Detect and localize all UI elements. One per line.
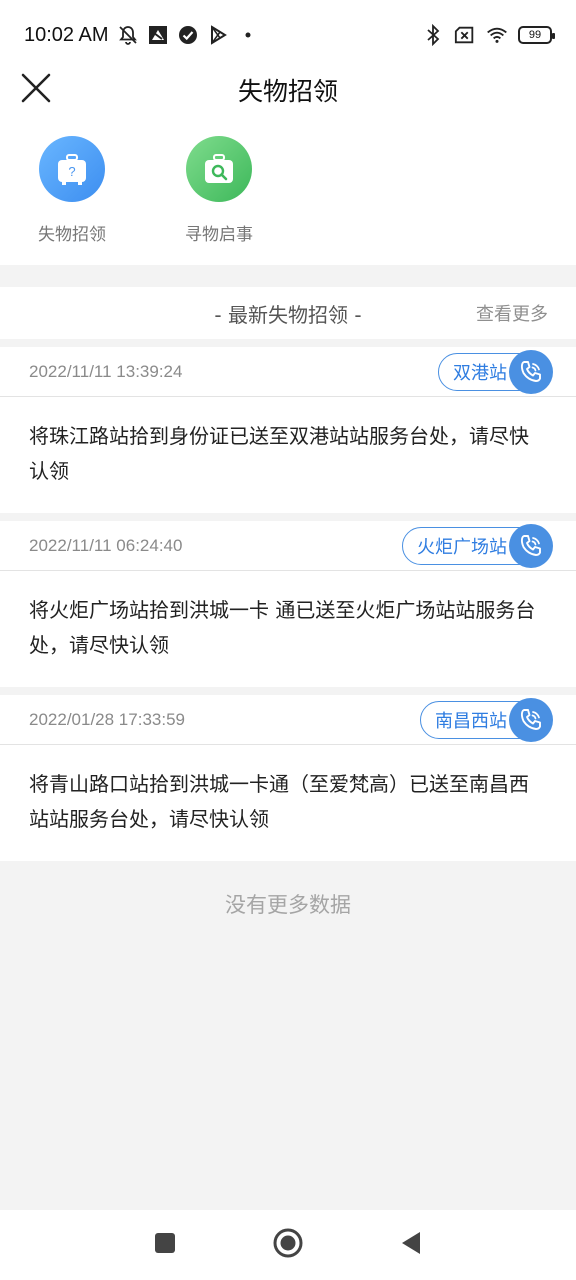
no-more-data-label: 没有更多数据 xyxy=(225,893,351,917)
station-name: 南昌西站 xyxy=(435,710,507,732)
page-title: 失物招领 xyxy=(237,77,338,106)
list-item[interactable]: 2022/11/11 13:39:24 双港站 将珠江路站拾到身份证已送至双港站… xyxy=(0,347,576,513)
status-bar: 10:02 AM 99 xyxy=(0,0,576,70)
status-icons-right: 99 xyxy=(422,24,555,46)
item-description: 将珠江路站拾到身份证已送至双港站站服务台处，请尽快认领 xyxy=(29,424,529,483)
latest-section-header: - 最新失物招领 - 查看更多 xyxy=(0,287,576,339)
quick-action-label: 失物招领 xyxy=(38,225,106,245)
status-icons-left xyxy=(117,24,259,46)
station-call-button[interactable]: 火炬广场站 xyxy=(402,523,553,568)
battery-indicator: 99 xyxy=(518,26,555,44)
section-title: - 最新失物招领 - xyxy=(214,302,362,327)
wifi-icon xyxy=(486,24,508,46)
item-header: 2022/01/28 17:33:59 南昌西站 xyxy=(0,695,576,745)
station-name: 火炬广场站 xyxy=(417,536,507,558)
top-area: 10:02 AM 99 失物招领 ? 失物招领 寻物启事 xyxy=(0,0,576,265)
item-time: 2022/11/11 06:24:40 xyxy=(29,535,183,555)
muted-bell-icon xyxy=(117,24,139,46)
svg-text:?: ? xyxy=(68,164,75,179)
station-call-button[interactable]: 南昌西站 xyxy=(420,697,553,742)
item-description: 将青山路口站拾到洪城一卡通（至爱梵高）已送至南昌西站站服务台处，请尽快认领 xyxy=(29,772,529,831)
station-call-button[interactable]: 双港站 xyxy=(438,349,553,394)
play-store-icon xyxy=(207,24,229,46)
check-circle-icon xyxy=(177,24,199,46)
item-header: 2022/11/11 13:39:24 双港站 xyxy=(0,347,576,397)
system-nav-bar xyxy=(0,1210,576,1280)
phone-icon[interactable] xyxy=(509,697,553,742)
status-time: 10:02 AM xyxy=(24,23,109,46)
back-triangle-icon[interactable] xyxy=(399,1230,423,1260)
station-name: 双港站 xyxy=(453,362,507,384)
quick-action-label: 寻物启事 xyxy=(185,225,253,245)
lost-luggage-icon: ? xyxy=(39,136,105,202)
nav-bar: 失物招领 xyxy=(0,70,576,110)
recents-square-icon[interactable] xyxy=(153,1231,177,1259)
search-bag-icon xyxy=(186,136,252,202)
item-header: 2022/11/11 06:24:40 火炬广场站 xyxy=(0,521,576,571)
bluetooth-icon xyxy=(422,24,444,46)
dot-icon xyxy=(237,24,259,46)
no-sim-icon xyxy=(454,24,476,46)
battery-level: 99 xyxy=(528,29,542,41)
view-more-link[interactable]: 查看更多 xyxy=(476,300,548,326)
app-icon xyxy=(147,24,169,46)
phone-icon[interactable] xyxy=(509,523,553,568)
home-circle-icon[interactable] xyxy=(272,1227,304,1263)
quick-action-lost-notice[interactable]: 寻物启事 xyxy=(183,136,255,245)
close-icon[interactable] xyxy=(20,72,52,104)
item-time: 2022/11/11 13:39:24 xyxy=(29,361,183,381)
quick-actions: ? 失物招领 寻物启事 xyxy=(0,110,576,265)
list-item[interactable]: 2022/11/11 06:24:40 火炬广场站 将火炬广场站拾到洪城一卡 通… xyxy=(0,521,576,687)
phone-icon[interactable] xyxy=(509,349,553,394)
quick-action-lost-and-found[interactable]: ? 失物招领 xyxy=(36,136,108,245)
list-item[interactable]: 2022/01/28 17:33:59 南昌西站 将青山路口站拾到洪城一卡通（至… xyxy=(0,695,576,861)
item-time: 2022/01/28 17:33:59 xyxy=(29,709,185,729)
item-description: 将火炬广场站拾到洪城一卡 通已送至火炬广场站站服务台处，请尽快认领 xyxy=(29,598,536,657)
